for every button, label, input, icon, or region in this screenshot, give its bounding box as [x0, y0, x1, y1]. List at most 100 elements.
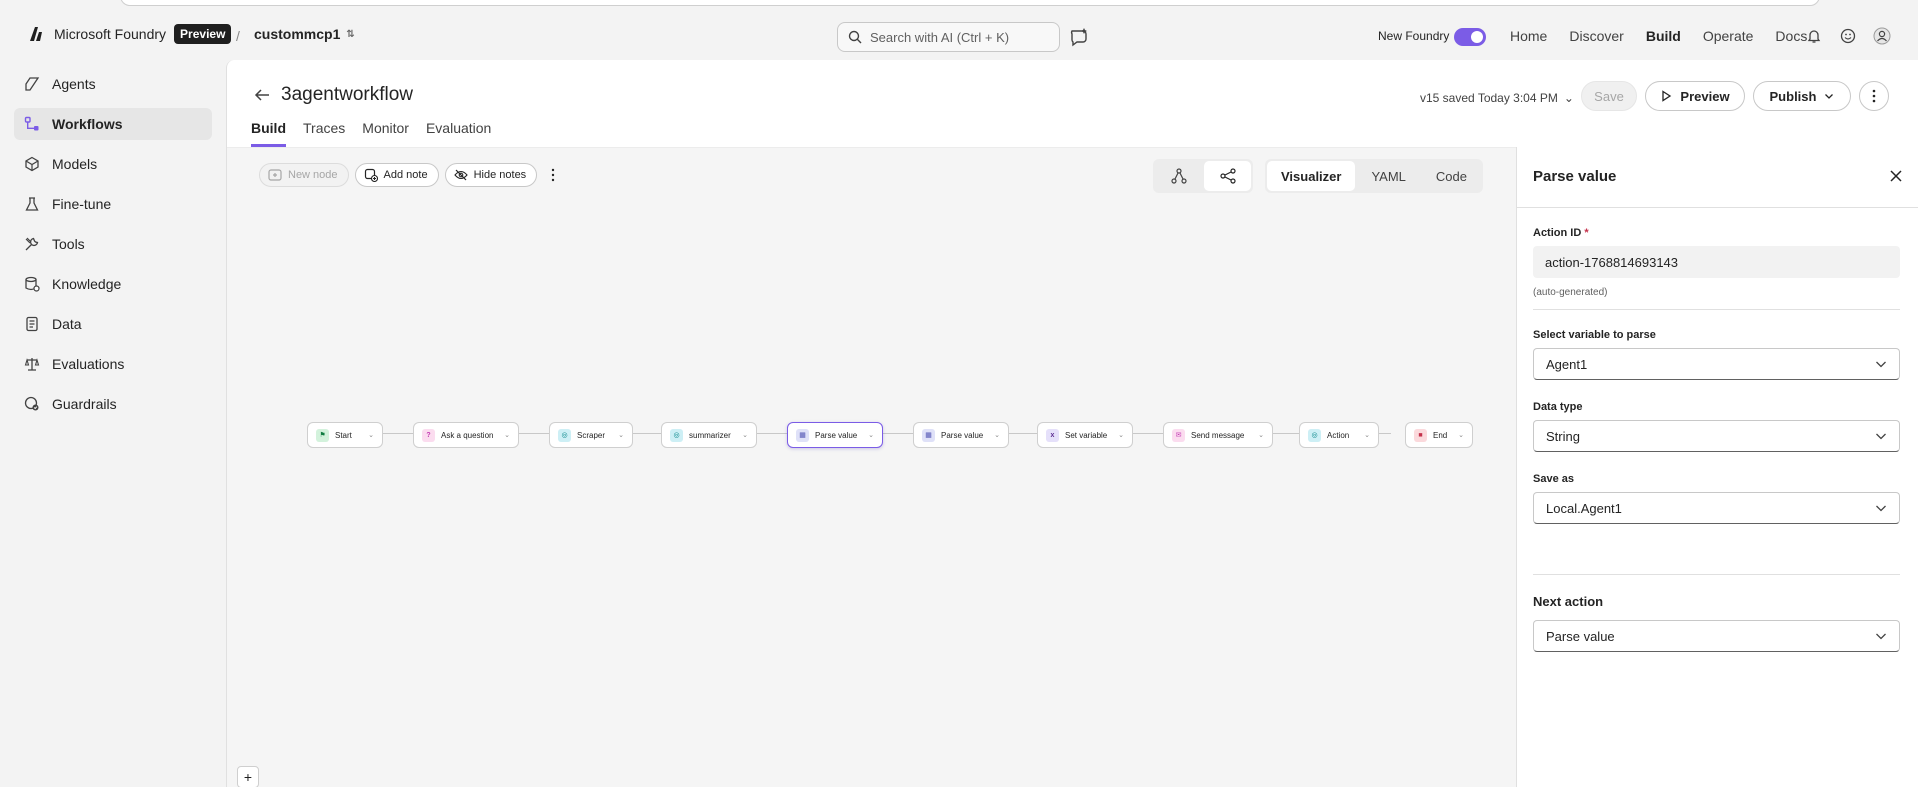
view-visualizer[interactable]: Visualizer — [1267, 161, 1356, 191]
version-saved-status[interactable]: v15 saved Today 3:04 PM ⌄ — [1420, 91, 1574, 105]
panel-title: Parse value — [1533, 168, 1617, 185]
scale-icon — [24, 358, 40, 371]
view-code[interactable]: Code — [1422, 161, 1481, 191]
workflow-node[interactable]: ▦ Parse value ⌄ — [913, 422, 1009, 448]
variable-select[interactable]: Agent1 — [1533, 348, 1900, 380]
chevron-down-icon[interactable]: ⌄ — [994, 431, 1000, 439]
workflow-node[interactable]: ◎ Action ⌄ — [1299, 422, 1379, 448]
workflow-canvas[interactable]: New node Add note Hide notes Visualizer … — [227, 147, 1516, 787]
bell-icon[interactable] — [1804, 26, 1824, 46]
hide-notes-label: Hide notes — [473, 169, 527, 181]
sidebar-item-label: Workflows — [52, 116, 123, 132]
preview-label: Preview — [1680, 88, 1730, 104]
required-marker: * — [1584, 227, 1589, 239]
tab-monitor[interactable]: Monitor — [362, 120, 409, 147]
publish-button[interactable]: Publish — [1753, 81, 1851, 111]
nav-operate[interactable]: Operate — [1703, 28, 1754, 44]
layout-graph-button[interactable] — [1204, 161, 1251, 191]
eye-off-icon — [453, 169, 468, 181]
hide-notes-button[interactable]: Hide notes — [444, 163, 538, 187]
variable-value: Agent1 — [1546, 356, 1588, 372]
guardrails-icon — [24, 396, 39, 411]
agents-icon — [25, 77, 40, 91]
project-selector[interactable]: custommcp1 ⇅ — [254, 26, 355, 42]
node-label: Parse value — [815, 430, 858, 440]
more-options-button[interactable] — [1859, 81, 1889, 111]
chevron-down-icon[interactable]: ⌄ — [618, 431, 624, 439]
sidebar-item-evaluations[interactable]: Evaluations — [14, 348, 212, 380]
panel-divider — [1533, 574, 1900, 575]
sidebar-item-tools[interactable]: Tools — [14, 228, 212, 260]
chevron-down-icon[interactable]: ⌄ — [368, 431, 374, 439]
view-yaml[interactable]: YAML — [1357, 161, 1419, 191]
saveas-select[interactable]: Local.Agent1 — [1533, 492, 1900, 524]
sidebar-item-workflows[interactable]: Workflows — [14, 108, 212, 140]
datatype-select[interactable]: String — [1533, 420, 1900, 452]
sidebar-item-knowledge[interactable]: Knowledge — [14, 268, 212, 300]
brand[interactable]: Microsoft Foundry Preview — [26, 24, 232, 44]
brand-name: Microsoft Foundry — [54, 26, 167, 42]
sidebar-item-fine-tune[interactable]: Fine-tune — [14, 188, 212, 220]
nav-docs[interactable]: Docs — [1775, 28, 1807, 44]
save-button[interactable]: Save — [1581, 81, 1637, 111]
sidebar-item-models[interactable]: Models — [14, 148, 212, 180]
add-note-button[interactable]: Add note — [354, 163, 439, 187]
add-note-label: Add note — [383, 169, 428, 181]
add-node-icon — [268, 169, 282, 181]
tab-traces[interactable]: Traces — [303, 120, 345, 147]
tools-icon — [25, 237, 39, 251]
chevron-down-icon[interactable]: ⌄ — [742, 431, 748, 439]
tab-evaluation[interactable]: Evaluation — [426, 120, 491, 147]
chevron-down-icon[interactable]: ⌄ — [868, 431, 874, 439]
node-type-icon: ◎ — [670, 428, 683, 442]
node-label: Ask a question — [441, 430, 494, 440]
search-input[interactable]: Search with AI (Ctrl + K) — [837, 22, 1060, 52]
chevron-down-icon[interactable]: ⌄ — [1364, 431, 1370, 439]
new-node-button[interactable]: New node — [259, 163, 349, 187]
zoom-in-button[interactable]: + — [237, 766, 259, 787]
workflow-node[interactable]: ▦ Parse value ⌄ — [787, 422, 883, 448]
back-arrow-icon[interactable] — [253, 87, 271, 103]
workflow-node[interactable]: ◎ Scraper ⌄ — [549, 422, 633, 448]
feedback-smiley-icon[interactable] — [1838, 26, 1858, 46]
chevron-down-icon[interactable]: ⌄ — [1118, 431, 1124, 439]
close-icon[interactable] — [1889, 169, 1903, 183]
more-vertical-icon — [551, 168, 555, 182]
copilot-chat-icon[interactable] — [1068, 26, 1090, 48]
chevron-down-icon — [1825, 94, 1834, 99]
canvas-toolbar: New node Add note Hide notes — [259, 163, 561, 187]
workflow-node[interactable]: x Set variable ⌄ — [1037, 422, 1133, 448]
layout-tree-button[interactable] — [1155, 161, 1202, 191]
nav-home[interactable]: Home — [1510, 28, 1547, 44]
left-sidebar: Agents Workflows Models Fine-tune Tools … — [0, 60, 226, 787]
layout-toggle — [1153, 159, 1253, 193]
sidebar-item-agents[interactable]: Agents — [14, 68, 212, 100]
datatype-label: Data type — [1533, 401, 1583, 413]
new-foundry-toggle[interactable] — [1454, 28, 1486, 46]
account-avatar-icon[interactable] — [1872, 26, 1892, 46]
tab-build[interactable]: Build — [251, 120, 286, 147]
sidebar-item-label: Fine-tune — [52, 196, 112, 212]
node-type-icon: ? — [422, 428, 435, 442]
chevron-down-icon[interactable]: ⌄ — [1458, 431, 1464, 439]
node-type-icon: x — [1046, 428, 1059, 442]
workflow-node[interactable]: ⚑ Start ⌄ — [307, 422, 383, 448]
sidebar-item-label: Models — [52, 156, 98, 172]
workflow-node[interactable]: ■ End ⌄ — [1405, 422, 1473, 448]
workflow-node[interactable]: ◎ summarizer ⌄ — [661, 422, 757, 448]
chevron-down-icon[interactable]: ⌄ — [504, 431, 510, 439]
view-switcher: Visualizer YAML Code — [1265, 159, 1483, 193]
saveas-label: Save as — [1533, 473, 1574, 485]
more-vertical-icon — [1872, 89, 1876, 103]
preview-button[interactable]: Preview — [1645, 81, 1745, 111]
nav-build[interactable]: Build — [1646, 28, 1681, 44]
sidebar-item-guardrails[interactable]: Guardrails — [14, 388, 212, 420]
chevron-down-icon[interactable]: ⌄ — [1258, 431, 1264, 439]
workflow-node[interactable]: ✉ Send message ⌄ — [1163, 422, 1273, 448]
workflow-node[interactable]: ? Ask a question ⌄ — [413, 422, 519, 448]
sidebar-item-data[interactable]: Data — [14, 308, 212, 340]
next-action-select[interactable]: Parse value — [1533, 620, 1900, 652]
nav-discover[interactable]: Discover — [1569, 28, 1623, 44]
breadcrumb-separator: / — [236, 28, 240, 44]
canvas-more-button[interactable] — [545, 163, 561, 187]
